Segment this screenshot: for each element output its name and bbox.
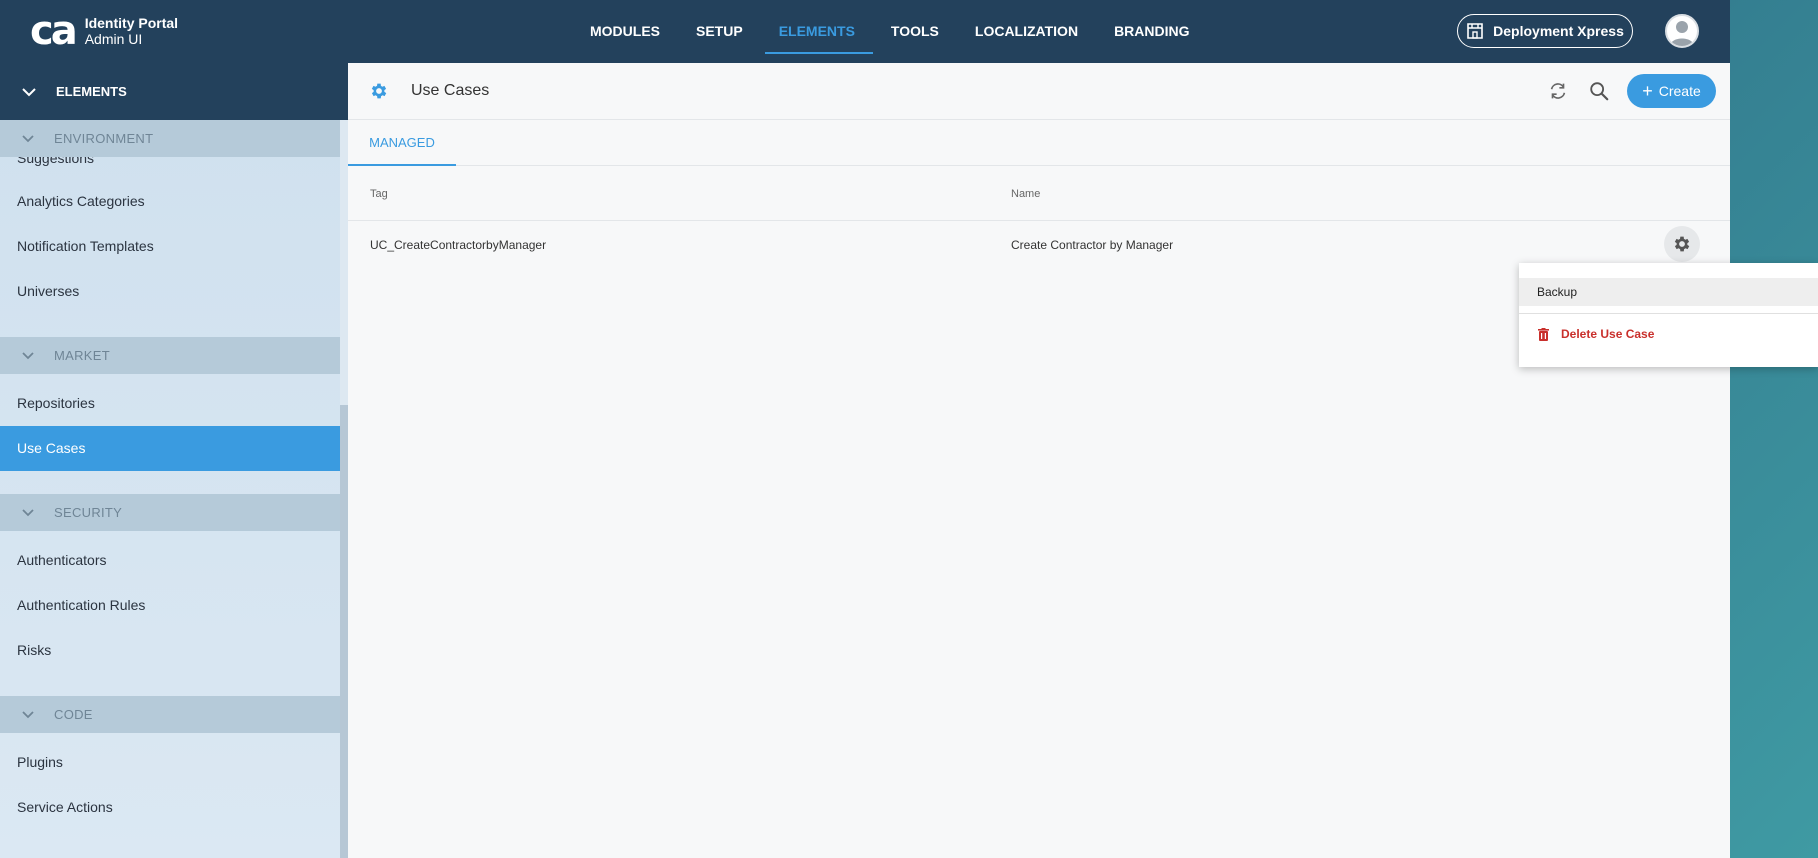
brand-subtitle: Admin UI xyxy=(84,31,143,47)
sidebar-item-suggestions[interactable]: Suggestions xyxy=(0,157,340,179)
gear-icon xyxy=(371,83,387,99)
deployment-store-icon xyxy=(1467,23,1483,39)
section-code-label: CODE xyxy=(54,707,93,722)
menu-item-delete-label: Delete Use Case xyxy=(1561,327,1655,341)
brand-title: Identity Portal xyxy=(84,15,179,31)
sidebar-item-risks[interactable]: Risks xyxy=(0,628,340,673)
section-market-label: MARKET xyxy=(54,348,110,363)
nav-modules[interactable]: MODULES xyxy=(572,0,678,63)
trash-icon xyxy=(1538,327,1549,341)
nav-localization[interactable]: LOCALIZATION xyxy=(957,0,1096,63)
column-header-tag[interactable]: Tag xyxy=(370,188,388,200)
table-header: Tag Name xyxy=(348,166,1730,221)
ca-logo-mark: ca xyxy=(30,8,78,54)
section-security[interactable]: SECURITY xyxy=(0,494,340,531)
page-title: Use Cases xyxy=(411,82,490,99)
sidebar-item-use-cases[interactable]: Use Cases xyxy=(0,426,340,471)
chevron-down-icon xyxy=(22,710,34,718)
user-icon xyxy=(1670,21,1694,46)
menu-item-delete-use-case[interactable]: Delete Use Case xyxy=(1538,327,1654,341)
nav-elements[interactable]: ELEMENTS xyxy=(761,0,874,63)
search-icon[interactable] xyxy=(1588,80,1610,102)
sidebar-item-repositories[interactable]: Repositories xyxy=(0,381,340,426)
deployment-xpress-label: Deployment Xpress xyxy=(1493,23,1624,39)
menu-divider xyxy=(1519,313,1818,314)
sidebar-item-authentication-rules[interactable]: Authentication Rules xyxy=(0,583,340,628)
tab-managed[interactable]: MANAGED xyxy=(348,120,456,166)
gear-icon xyxy=(1674,236,1690,252)
page-header: Use Cases + Create xyxy=(348,63,1730,120)
chevron-down-icon xyxy=(22,134,34,142)
menu-item-backup[interactable]: Backup xyxy=(1519,278,1818,306)
chevron-down-icon xyxy=(22,351,34,359)
nav-tools[interactable]: TOOLS xyxy=(873,0,957,63)
section-code[interactable]: CODE xyxy=(0,696,340,733)
sidebar-header[interactable]: ELEMENTS xyxy=(0,63,348,120)
nav-setup[interactable]: SETUP xyxy=(678,0,761,63)
tab-bar: MANAGED xyxy=(348,120,1730,166)
sidebar-item-service-actions[interactable]: Service Actions xyxy=(0,785,340,830)
section-market[interactable]: MARKET xyxy=(0,337,340,374)
main-nav: MODULES SETUP ELEMENTS TOOLS LOCALIZATIO… xyxy=(572,0,1208,63)
table-row[interactable]: UC_CreateContractorbyManager Create Cont… xyxy=(348,221,1730,269)
cell-tag: UC_CreateContractorbyManager xyxy=(370,238,547,252)
chevron-down-icon xyxy=(22,87,36,96)
row-actions-button[interactable] xyxy=(1664,226,1700,262)
brand-text: Identity Portal Admin UI xyxy=(85,15,178,47)
main-panel: Use Cases + Create MANAGED Tag Name UC_C… xyxy=(348,63,1730,858)
sidebar-item-authenticators[interactable]: Authenticators xyxy=(0,538,340,583)
sidebar-scrollbar-thumb[interactable] xyxy=(340,405,348,858)
sidebar-list: ENVIRONMENT Suggestions Analytics Catego… xyxy=(0,120,340,830)
row-actions-menu: Backup Delete Use Case xyxy=(1519,263,1818,367)
chevron-down-icon xyxy=(22,508,34,516)
plus-icon: + xyxy=(1642,81,1653,101)
sidebar-header-label: ELEMENTS xyxy=(56,84,127,99)
deployment-xpress-button[interactable]: Deployment Xpress xyxy=(1457,14,1633,48)
section-security-label: SECURITY xyxy=(54,505,123,520)
nav-branding[interactable]: BRANDING xyxy=(1096,0,1207,63)
sidebar: ELEMENTS ENVIRONMENT Suggestions Analyti… xyxy=(0,63,348,858)
section-environment-label: ENVIRONMENT xyxy=(54,131,154,146)
logo[interactable]: ca Identity Portal Admin UI xyxy=(30,8,178,54)
sidebar-item-universes[interactable]: Universes xyxy=(0,269,340,314)
section-environment[interactable]: ENVIRONMENT xyxy=(0,120,340,157)
sidebar-item-plugins[interactable]: Plugins xyxy=(0,740,340,785)
user-avatar[interactable] xyxy=(1665,14,1699,48)
sidebar-item-notification-templates[interactable]: Notification Templates xyxy=(0,224,340,269)
create-button-label: Create xyxy=(1658,83,1701,99)
top-bar: ca Identity Portal Admin UI MODULES SETU… xyxy=(0,0,1730,63)
create-button[interactable]: + Create xyxy=(1627,74,1716,108)
refresh-icon[interactable] xyxy=(1547,80,1569,102)
cell-name: Create Contractor by Manager xyxy=(1011,238,1174,252)
column-header-name[interactable]: Name xyxy=(1011,188,1040,200)
sidebar-item-analytics-categories[interactable]: Analytics Categories xyxy=(0,179,340,224)
app-window: ca Identity Portal Admin UI MODULES SETU… xyxy=(0,0,1730,858)
